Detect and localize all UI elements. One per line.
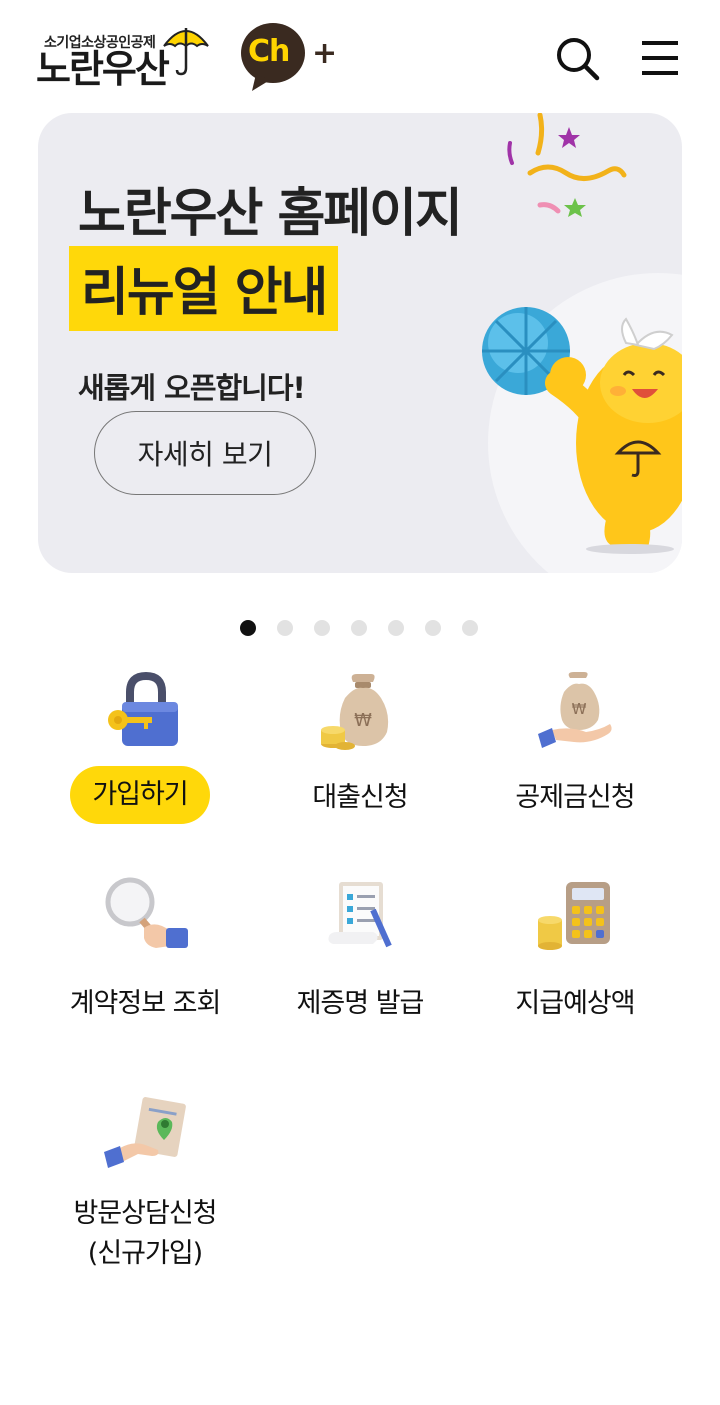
menu-label-expected-payout: 지급예상액 [515,988,635,1019]
menu-item-loan[interactable]: ₩ 대출신청 [245,668,475,848]
carousel-dot-1[interactable] [240,620,256,636]
umbrella-icon [163,28,209,76]
see-more-button[interactable]: 자세히 보기 [94,411,316,495]
banner-title-highlight: 리뉴얼 안내 [69,246,339,331]
app-header: 소기업소상공인공제 노란우산 Ch + [0,0,720,110]
menu-item-contract-lookup[interactable]: 계약정보 조회 [30,874,260,1054]
menu-label-visit-consultation: 방문상담신청 [73,1198,217,1229]
checklist-document-icon [328,882,392,948]
logo-title: 노란우산 [36,47,170,91]
menu-label-loan: 대출신청 [312,782,408,813]
magnifier-hand-icon [105,877,188,948]
calculator-coins-icon [538,882,610,950]
location-document-hand-icon [104,1097,186,1168]
carousel-dot-3[interactable] [314,620,330,636]
menu-label-benefit-claim: 공제금신청 [515,782,635,813]
carousel-dot-7[interactable] [462,620,478,636]
carousel-pagination [240,620,478,636]
menu-label-new-join: (신규가입) [87,1238,203,1269]
menu-label-contract-lookup: 계약정보 조회 [69,988,222,1019]
money-bag-coins-icon: ₩ [321,674,389,750]
banner-title: 노란우산 홈페이지 [78,184,463,244]
svg-text:₩: ₩ [572,700,587,718]
svg-text:₩: ₩ [354,710,372,731]
carousel-dot-2[interactable] [277,620,293,636]
carousel-dot-4[interactable] [351,620,367,636]
carousel-dot-6[interactable] [425,620,441,636]
menu-item-join[interactable]: 가입하기 [30,668,260,848]
money-bag-hand-icon: ₩ [538,672,612,748]
channel-label: Ch [248,34,290,69]
menu-item-benefit-claim[interactable]: ₩ 공제금신청 [460,668,690,848]
mascot-cheering-illustration [482,113,682,573]
menu-label-join: 가입하기 [70,766,210,824]
hamburger-menu-icon[interactable] [638,36,682,80]
kakao-channel-add-button[interactable]: Ch + [240,22,338,94]
padlock-key-icon [108,671,178,746]
carousel-dot-5[interactable] [388,620,404,636]
banner-subtitle: 새롭게 오픈합니다! [78,371,306,405]
promo-banner[interactable]: 노란우산 홈페이지 리뉴얼 안내 새롭게 오픈합니다! 자세히 보기 [38,113,682,573]
menu-item-visit-consultation[interactable]: 방문상담신청 (신규가입) [30,1092,260,1272]
search-icon[interactable] [552,34,602,82]
plus-icon: + [312,36,338,71]
brand-logo[interactable]: 소기업소상공인공제 노란우산 [36,22,216,94]
menu-item-certificate[interactable]: 제증명 발급 [245,874,475,1054]
menu-item-expected-payout[interactable]: 지급예상액 [460,874,690,1054]
menu-label-certificate: 제증명 발급 [296,988,425,1019]
